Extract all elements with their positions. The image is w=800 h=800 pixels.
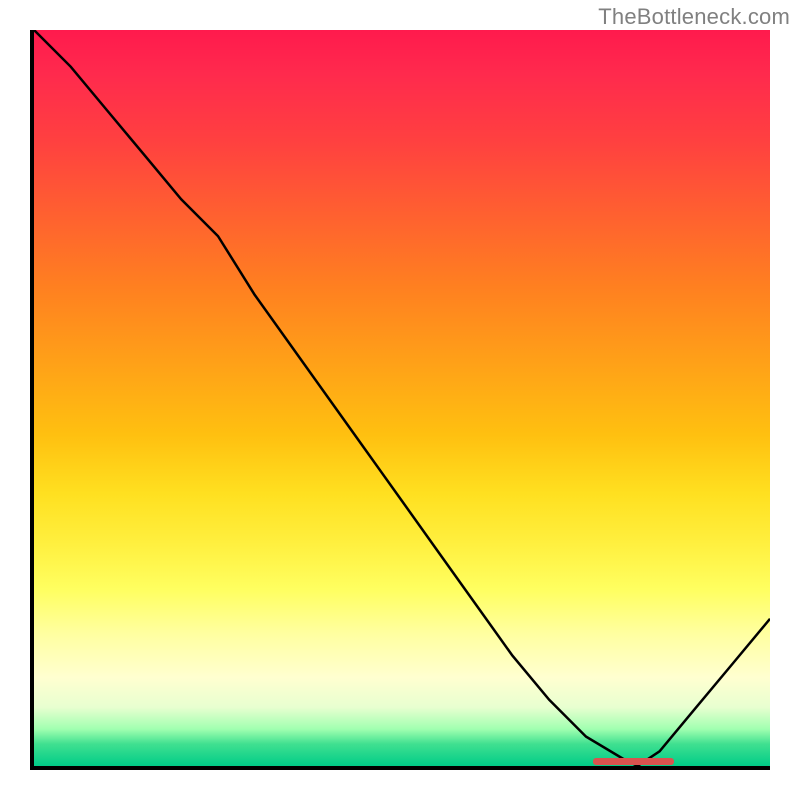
bottleneck-curve [34,30,770,766]
watermark-text: TheBottleneck.com [598,4,790,30]
plot-area [34,30,770,766]
axis-frame [30,30,770,770]
chart-wrapper: TheBottleneck.com [0,0,800,800]
optimal-range-marker [593,758,674,765]
